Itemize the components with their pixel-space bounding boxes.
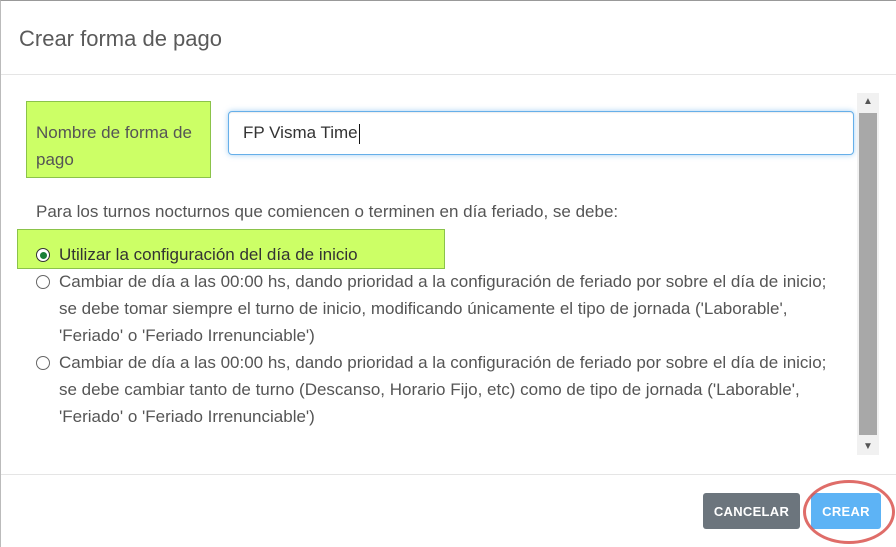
modal-footer: CANCELAR CREAR xyxy=(1,474,896,547)
name-input-value: FP Visma Time xyxy=(243,123,358,142)
triangle-down-icon[interactable]: ▼ xyxy=(857,438,879,455)
radio-button-checked[interactable] xyxy=(36,248,50,262)
radio-option-keep-start-shift[interactable]: Cambiar de día a las 00:00 hs, dando pri… xyxy=(36,268,836,349)
create-payment-form-modal: Crear forma de pago Nombre de forma de p… xyxy=(0,0,896,547)
modal-body[interactable]: Nombre de forma de pago FP Visma Time Pa… xyxy=(1,76,896,474)
radio-option-label: Cambiar de día a las 00:00 hs, dando pri… xyxy=(59,272,827,345)
radio-option-change-shift[interactable]: Cambiar de día a las 00:00 hs, dando pri… xyxy=(36,349,836,430)
vertical-scrollbar[interactable]: ▲ ▼ xyxy=(857,93,879,455)
modal-header: Crear forma de pago xyxy=(1,1,896,75)
create-button-annotation-circle xyxy=(803,480,895,544)
triangle-up-icon[interactable]: ▲ xyxy=(857,93,879,110)
scrollbar-thumb[interactable] xyxy=(859,113,877,435)
radio-button[interactable] xyxy=(36,356,50,370)
night-shift-question: Para los turnos nocturnos que comiencen … xyxy=(36,202,619,221)
modal-title: Crear forma de pago xyxy=(19,26,222,51)
name-input[interactable]: FP Visma Time xyxy=(228,111,854,155)
radio-button[interactable] xyxy=(36,275,50,289)
name-field-label: Nombre de forma de pago xyxy=(36,123,192,169)
radio-option-start-day-config[interactable]: Utilizar la configuración del día de ini… xyxy=(36,241,836,268)
text-caret xyxy=(358,123,360,144)
cancel-button[interactable]: CANCELAR xyxy=(703,493,800,529)
radio-option-label: Cambiar de día a las 00:00 hs, dando pri… xyxy=(59,353,827,426)
radio-option-label: Utilizar la configuración del día de ini… xyxy=(59,245,358,264)
